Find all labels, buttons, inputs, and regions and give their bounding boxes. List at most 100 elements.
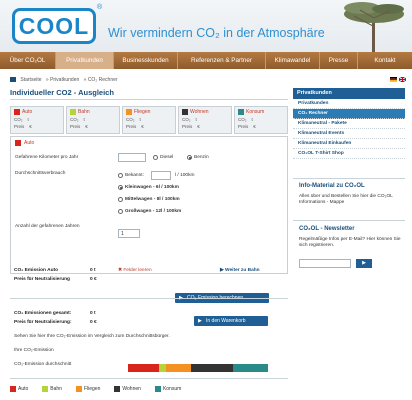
category-fliegen[interactable]: Fliegen CO₂ t Preis €	[122, 106, 176, 134]
page-title: Individueller CO2 - Ausgleich	[10, 88, 288, 100]
compare-note: Sehen Sie hier Ihre CO₂-Emission im Verg…	[14, 334, 170, 339]
co2-value: t	[251, 117, 253, 122]
price-value: 0 €	[90, 277, 97, 282]
add-to-cart-button[interactable]: In den Warenkorb	[194, 316, 268, 326]
bahn-swatch-icon	[42, 386, 49, 392]
wohnen-swatch-icon	[182, 109, 188, 115]
preis-value: €	[141, 124, 144, 129]
divider	[293, 220, 405, 221]
nav-item-privatkunden[interactable]: Privatkunden	[56, 52, 114, 69]
preis-value: €	[253, 124, 256, 129]
preis-value: €	[29, 124, 32, 129]
next-bahn-link[interactable]: ▶ Weiter zu Bahn	[220, 268, 260, 273]
total-price-label: Preis für Neutralisierung:	[14, 320, 72, 325]
diesel-radio[interactable]	[153, 155, 158, 160]
total-label: CO₂ Emissionen gesamt:	[14, 311, 72, 316]
sidebar-item-tshirt-shop[interactable]: CO₂OL T-Shirt Shop	[293, 149, 405, 159]
sidebar-item-einkaufen[interactable]: Klimaneutral Einkaufen	[293, 139, 405, 149]
logo[interactable]: COOL	[12, 8, 96, 44]
category-label: Fliegen	[134, 109, 151, 115]
category-label: Wohnen	[190, 109, 209, 115]
sidebar-item-co2-rechner[interactable]: CO₂ Rechner	[293, 109, 405, 119]
newsletter-text: Regelmäßige Infos per E-Mail? Hier könne…	[299, 237, 401, 248]
legend-wohnen: Wohnen	[114, 384, 141, 394]
info-title: Info-Material zu CO₂OL	[299, 183, 365, 189]
known-label: Bekannt:	[125, 173, 144, 178]
km-label: Gefahrene Kilometer pro Jahr	[15, 155, 79, 160]
newsletter-email-input[interactable]	[299, 259, 351, 268]
nav-item-referenzen[interactable]: Referenzen & Partner	[178, 52, 266, 69]
sidebar-item-pakete[interactable]: Klimaneutral - Pakete	[293, 119, 405, 129]
your-emission-label: Ihre CO₂-Emission	[14, 348, 54, 353]
bahn-swatch-icon	[70, 109, 76, 115]
breadcrumb-home[interactable]: Startseite	[20, 77, 41, 83]
form-section-title: Auto	[24, 140, 35, 146]
km-input[interactable]	[118, 153, 146, 162]
avg-bar-segment-bahn	[158, 364, 166, 372]
consumption-unit: l / 100km	[175, 173, 195, 178]
co2-label: CO₂	[14, 117, 23, 122]
preis-value: €	[85, 124, 88, 129]
tree-icon	[344, 2, 404, 52]
total-price-value: 0 €	[90, 320, 97, 325]
total-value: 0 t	[90, 311, 96, 316]
known-radio[interactable]	[118, 173, 123, 178]
co2-value: t	[195, 117, 197, 122]
next-bahn-label: Weiter zu Bahn	[225, 268, 260, 273]
sidebar-item-events[interactable]: Klimaneutral Events	[293, 129, 405, 139]
auto-swatch-icon	[10, 386, 16, 392]
benzin-label: Benzin	[194, 155, 209, 160]
nav-item-businesskunden[interactable]: Businesskunden	[114, 52, 178, 69]
auto-swatch-icon	[14, 109, 20, 115]
breadcrumb-privatkunden[interactable]: » Privatkunden	[46, 77, 79, 83]
category-wohnen[interactable]: Wohnen CO₂ t Preis €	[178, 106, 232, 134]
form-section-head: Auto	[15, 140, 34, 146]
header: COOL ® Wir vermindern CO₂ in der Atmosph…	[0, 0, 412, 52]
legend-bahn: Bahn	[42, 384, 62, 394]
legend-auto: Auto	[10, 384, 28, 394]
nav-item-presse[interactable]: Presse	[320, 52, 358, 69]
newsletter-submit-button[interactable]: ▶	[356, 259, 372, 268]
flag-en-icon[interactable]	[399, 77, 406, 82]
category-label: Bahn	[78, 109, 90, 115]
info-text[interactable]: Alles über und Bestellen Sie hier die CO…	[299, 194, 403, 206]
page: COOL ® Wir vermindern CO₂ in der Atmosph…	[0, 0, 412, 400]
average-emission-bar	[128, 364, 268, 372]
preis-label: Preis	[14, 124, 25, 129]
konsum-swatch-icon	[238, 109, 244, 115]
co2-label: CO₂	[238, 117, 247, 122]
preis-label: Preis	[126, 124, 137, 129]
divider	[10, 298, 288, 299]
nav-item-kontakt[interactable]: Kontakt	[358, 52, 412, 69]
class-medium-radio[interactable]	[118, 197, 123, 202]
co2-value: t	[83, 117, 85, 122]
consumption-input[interactable]	[151, 171, 171, 180]
years-input[interactable]: 1	[118, 229, 140, 238]
flag-de-icon[interactable]	[390, 77, 397, 82]
years-label: Anzahl der gefahrenen Jahren	[15, 224, 80, 229]
legend-label: Bahn	[50, 386, 62, 392]
category-bahn[interactable]: Bahn CO₂ t Preis €	[66, 106, 120, 134]
logo-text: COOL	[18, 13, 90, 39]
class-medium-label: Mittelwagen - 8l / 100km	[125, 197, 180, 202]
category-auto[interactable]: Auto CO₂ t Preis €	[10, 106, 64, 134]
avg-bar-segment-auto	[128, 364, 159, 372]
sidebar-item-privatkunden[interactable]: Privatkunden	[293, 99, 405, 109]
calculator-form: Auto Gefahrene Kilometer pro Jahr Diesel…	[10, 136, 288, 303]
class-large-radio[interactable]	[118, 209, 123, 214]
co2-value: t	[27, 117, 29, 122]
registered-mark: ®	[97, 4, 103, 11]
nav-item-klimawandel[interactable]: Klimawandel	[266, 52, 320, 69]
class-small-radio[interactable]	[118, 185, 123, 190]
benzin-radio[interactable]	[187, 155, 192, 160]
preis-value: €	[197, 124, 200, 129]
avg-bar-segment-konsum	[232, 364, 268, 372]
clear-fields-link[interactable]: ✖ Felder leeren	[118, 268, 152, 273]
price-label: Preis für Neutralisierung	[14, 277, 70, 282]
category-konsum[interactable]: Konsum CO₂ t Preis €	[234, 106, 288, 134]
category-label: Konsum	[246, 109, 265, 115]
breadcrumb-current: » CO₂ Rechner	[83, 77, 118, 83]
fliegen-swatch-icon	[75, 386, 82, 392]
legend-label: Wohnen	[122, 386, 141, 392]
nav-item-ueber[interactable]: Über CO₂OL	[0, 52, 56, 69]
